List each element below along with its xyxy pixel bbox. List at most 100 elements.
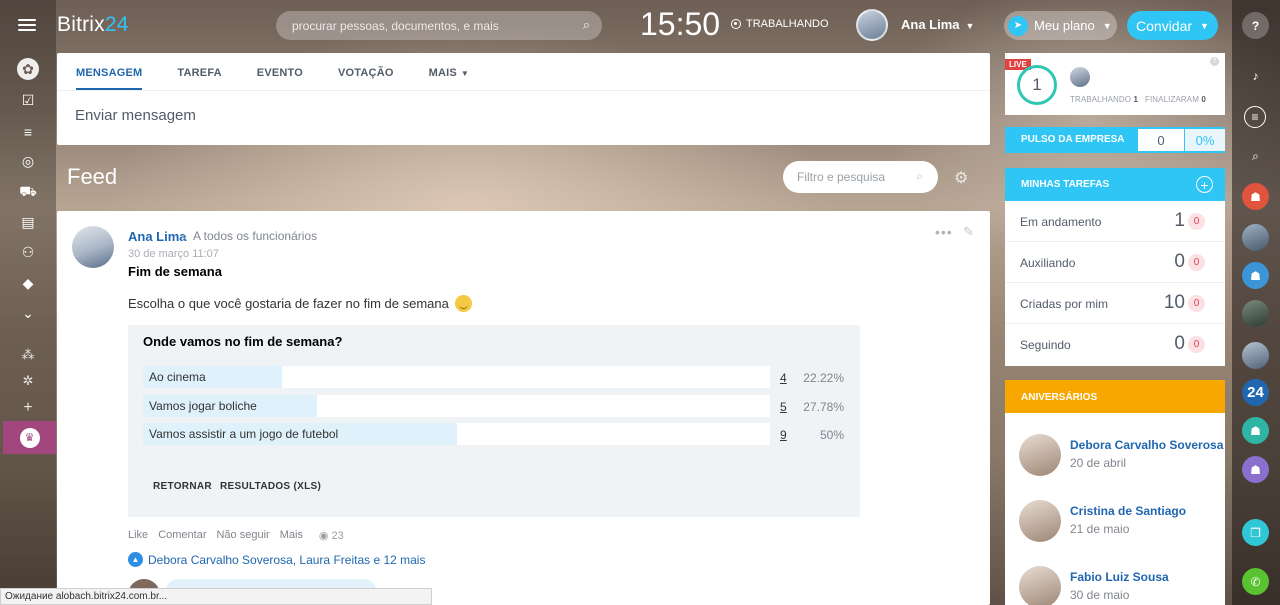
work-status-label: TRABALHANDO xyxy=(746,18,829,30)
settings-icon[interactable]: ✲ xyxy=(19,372,37,390)
avatar[interactable] xyxy=(1070,67,1090,87)
post-author[interactable]: Ana Lima xyxy=(128,229,187,244)
feed-icon[interactable]: ✿ xyxy=(17,58,39,80)
user-menu[interactable]: Ana Lima ▼ xyxy=(901,17,974,32)
browser-status-bar: Ожидание alobach.bitrix24.com.br... xyxy=(0,588,432,605)
poll-option-percent: 27.78% xyxy=(803,400,844,414)
menu-burger-icon[interactable] xyxy=(18,17,38,33)
like-button[interactable]: Like xyxy=(128,529,148,542)
phone-icon[interactable]: ✆ xyxy=(1242,568,1269,595)
search-icon[interactable]: ⌕ xyxy=(916,169,923,184)
record-icon xyxy=(731,19,741,29)
composer-tabs: MENSAGEM TAREFA EVENTO VOTAÇÃO MAIS ▼ xyxy=(57,53,990,91)
poll-results-button[interactable]: RESULTADOS (XLS) xyxy=(220,481,321,492)
live-counter[interactable]: 1 xyxy=(1017,65,1057,105)
task-row[interactable]: Em andamento 1 0 xyxy=(1005,201,1225,242)
birthday-item[interactable]: Debora Carvalho Soverosa 20 de abril xyxy=(1019,434,1225,480)
more-dots-icon[interactable]: ••• xyxy=(935,224,953,240)
group-chat-icon[interactable]: ☗ xyxy=(1242,183,1269,210)
tasks-icon[interactable]: ☑ xyxy=(17,89,39,111)
crm-icon[interactable]: ≡ xyxy=(17,121,39,143)
gear-icon[interactable]: ⚙ xyxy=(954,168,968,188)
photo-chat-icon[interactable] xyxy=(1242,224,1269,251)
pin-icon[interactable]: ✎ xyxy=(963,224,974,240)
more-icon[interactable]: ⌄ xyxy=(17,302,39,324)
store-icon[interactable]: ⛟ xyxy=(17,181,39,203)
unfollow-button[interactable]: Não seguir xyxy=(216,529,269,542)
comment-button[interactable]: Comentar xyxy=(158,529,206,542)
tasks-title[interactable]: MINHAS TAREFAS xyxy=(1021,179,1109,190)
box-icon[interactable]: ◆ xyxy=(17,272,39,294)
birthday-name[interactable]: Fabio Luiz Sousa xyxy=(1070,570,1169,584)
search-input[interactable] xyxy=(276,11,556,40)
poll-question: Onde vamos no fim de semana? xyxy=(143,334,343,349)
tab-event[interactable]: EVENTO xyxy=(257,53,303,90)
avatar[interactable] xyxy=(1019,434,1061,476)
tab-more[interactable]: MAIS ▼ xyxy=(429,53,469,90)
photo-chat-icon-2[interactable] xyxy=(1242,300,1269,327)
search-icon[interactable]: ⌕ xyxy=(583,17,590,33)
photo-chat-icon-3[interactable] xyxy=(1242,342,1269,369)
post-date[interactable]: 30 de março 11:07 xyxy=(128,248,219,260)
user-avatar[interactable] xyxy=(856,9,888,41)
likes-summary[interactable]: ▲ Debora Carvalho Soverosa, Laura Freita… xyxy=(128,552,425,567)
add-task-icon[interactable]: + xyxy=(1196,176,1213,193)
bell-icon[interactable]: ♪ xyxy=(1242,62,1269,89)
post-text: Escolha o que você gostaria de fazer no … xyxy=(128,295,472,312)
avatar[interactable] xyxy=(1019,566,1061,605)
chat-icon[interactable]: ≡ xyxy=(1244,106,1266,128)
send-message-field[interactable]: Enviar mensagem xyxy=(75,107,990,124)
poll-option[interactable]: Vamos assistir a um jogo de futebol xyxy=(143,423,770,445)
people-chat-icon-3[interactable]: ☗ xyxy=(1242,456,1269,483)
post-actions: Like Comentar Não seguir Mais ◉ 23 xyxy=(128,529,344,542)
birthday-item[interactable]: Cristina de Santiago 21 de maio xyxy=(1019,500,1225,546)
poll-back-button[interactable]: RETORNAR xyxy=(153,481,212,492)
logo[interactable]: Bitrix24 xyxy=(57,13,129,37)
clock[interactable]: 15:50 xyxy=(640,6,720,43)
people-chat-icon[interactable]: ☗ xyxy=(1242,262,1269,289)
crown-icon[interactable]: ♛ xyxy=(3,421,56,454)
views-counter[interactable]: ◉ 23 xyxy=(319,529,344,543)
help-icon[interactable]: ? xyxy=(1210,57,1219,66)
poll-option[interactable]: Ao cinema xyxy=(143,366,770,388)
my-plan-button[interactable]: ➤ Meu plano ▼ xyxy=(1004,11,1117,40)
task-row[interactable]: Auxiliando 0 0 xyxy=(1005,242,1225,283)
target-icon[interactable]: ◎ xyxy=(17,150,39,172)
birthday-item[interactable]: Fabio Luiz Sousa 30 de maio xyxy=(1019,566,1225,605)
live-stats: TRABALHANDO 1 FINALIZARAM 0 xyxy=(1070,95,1206,104)
structure-icon[interactable]: ⁂ xyxy=(19,346,37,364)
bitrix24-icon[interactable]: 24 xyxy=(1242,379,1269,406)
work-status[interactable]: TRABALHANDO xyxy=(731,18,829,30)
poll-option-count[interactable]: 5 xyxy=(780,400,787,414)
people-chat-icon-2[interactable]: ☗ xyxy=(1242,417,1269,444)
poll-option[interactable]: Vamos jogar boliche xyxy=(143,395,770,417)
contacts-icon[interactable]: ▤ xyxy=(17,211,39,233)
poll-option-count[interactable]: 4 xyxy=(780,371,787,385)
company-pulse[interactable]: PULSO DA EMPRESA 0 0% xyxy=(1005,127,1225,153)
add-icon[interactable]: + xyxy=(19,399,37,417)
author-avatar[interactable] xyxy=(72,226,114,268)
tab-task[interactable]: TAREFA xyxy=(177,53,221,90)
robot-icon[interactable]: ⚇ xyxy=(17,241,39,263)
chevron-down-icon: ▼ xyxy=(460,69,470,78)
tab-poll[interactable]: VOTAÇÃO xyxy=(338,53,394,90)
rocket-icon: ➤ xyxy=(1008,15,1028,36)
right-bar: ? ♪ ≡ ⌕ ☗ ☗ 24 ☗ ☗ ❐ ✆ xyxy=(1232,0,1280,605)
avatar[interactable] xyxy=(1019,500,1061,542)
invite-button[interactable]: Convidar ▼ xyxy=(1127,11,1218,40)
live-widget: LIVE 1 TRABALHANDO 1 FINALIZARAM 0 ? xyxy=(1005,53,1225,115)
task-row[interactable]: Seguindo 0 0 xyxy=(1005,324,1225,365)
copy-icon[interactable]: ❐ xyxy=(1242,519,1269,546)
chevron-down-icon: ▼ xyxy=(1102,20,1112,31)
search-icon[interactable]: ⌕ xyxy=(1242,143,1269,170)
filter-input[interactable] xyxy=(783,161,903,193)
birthday-name[interactable]: Debora Carvalho Soverosa xyxy=(1070,438,1223,452)
birthday-name[interactable]: Cristina de Santiago xyxy=(1070,504,1186,518)
help-icon[interactable]: ? xyxy=(1242,12,1269,39)
tab-message[interactable]: MENSAGEM xyxy=(76,53,143,90)
poll-option-count[interactable]: 9 xyxy=(780,428,787,442)
more-button[interactable]: Mais xyxy=(280,529,303,542)
task-row[interactable]: Criadas por mim 10 0 xyxy=(1005,283,1225,324)
post-recipient[interactable]: › A todos os funcionários xyxy=(183,229,317,243)
global-search: ⌕ xyxy=(276,11,602,40)
